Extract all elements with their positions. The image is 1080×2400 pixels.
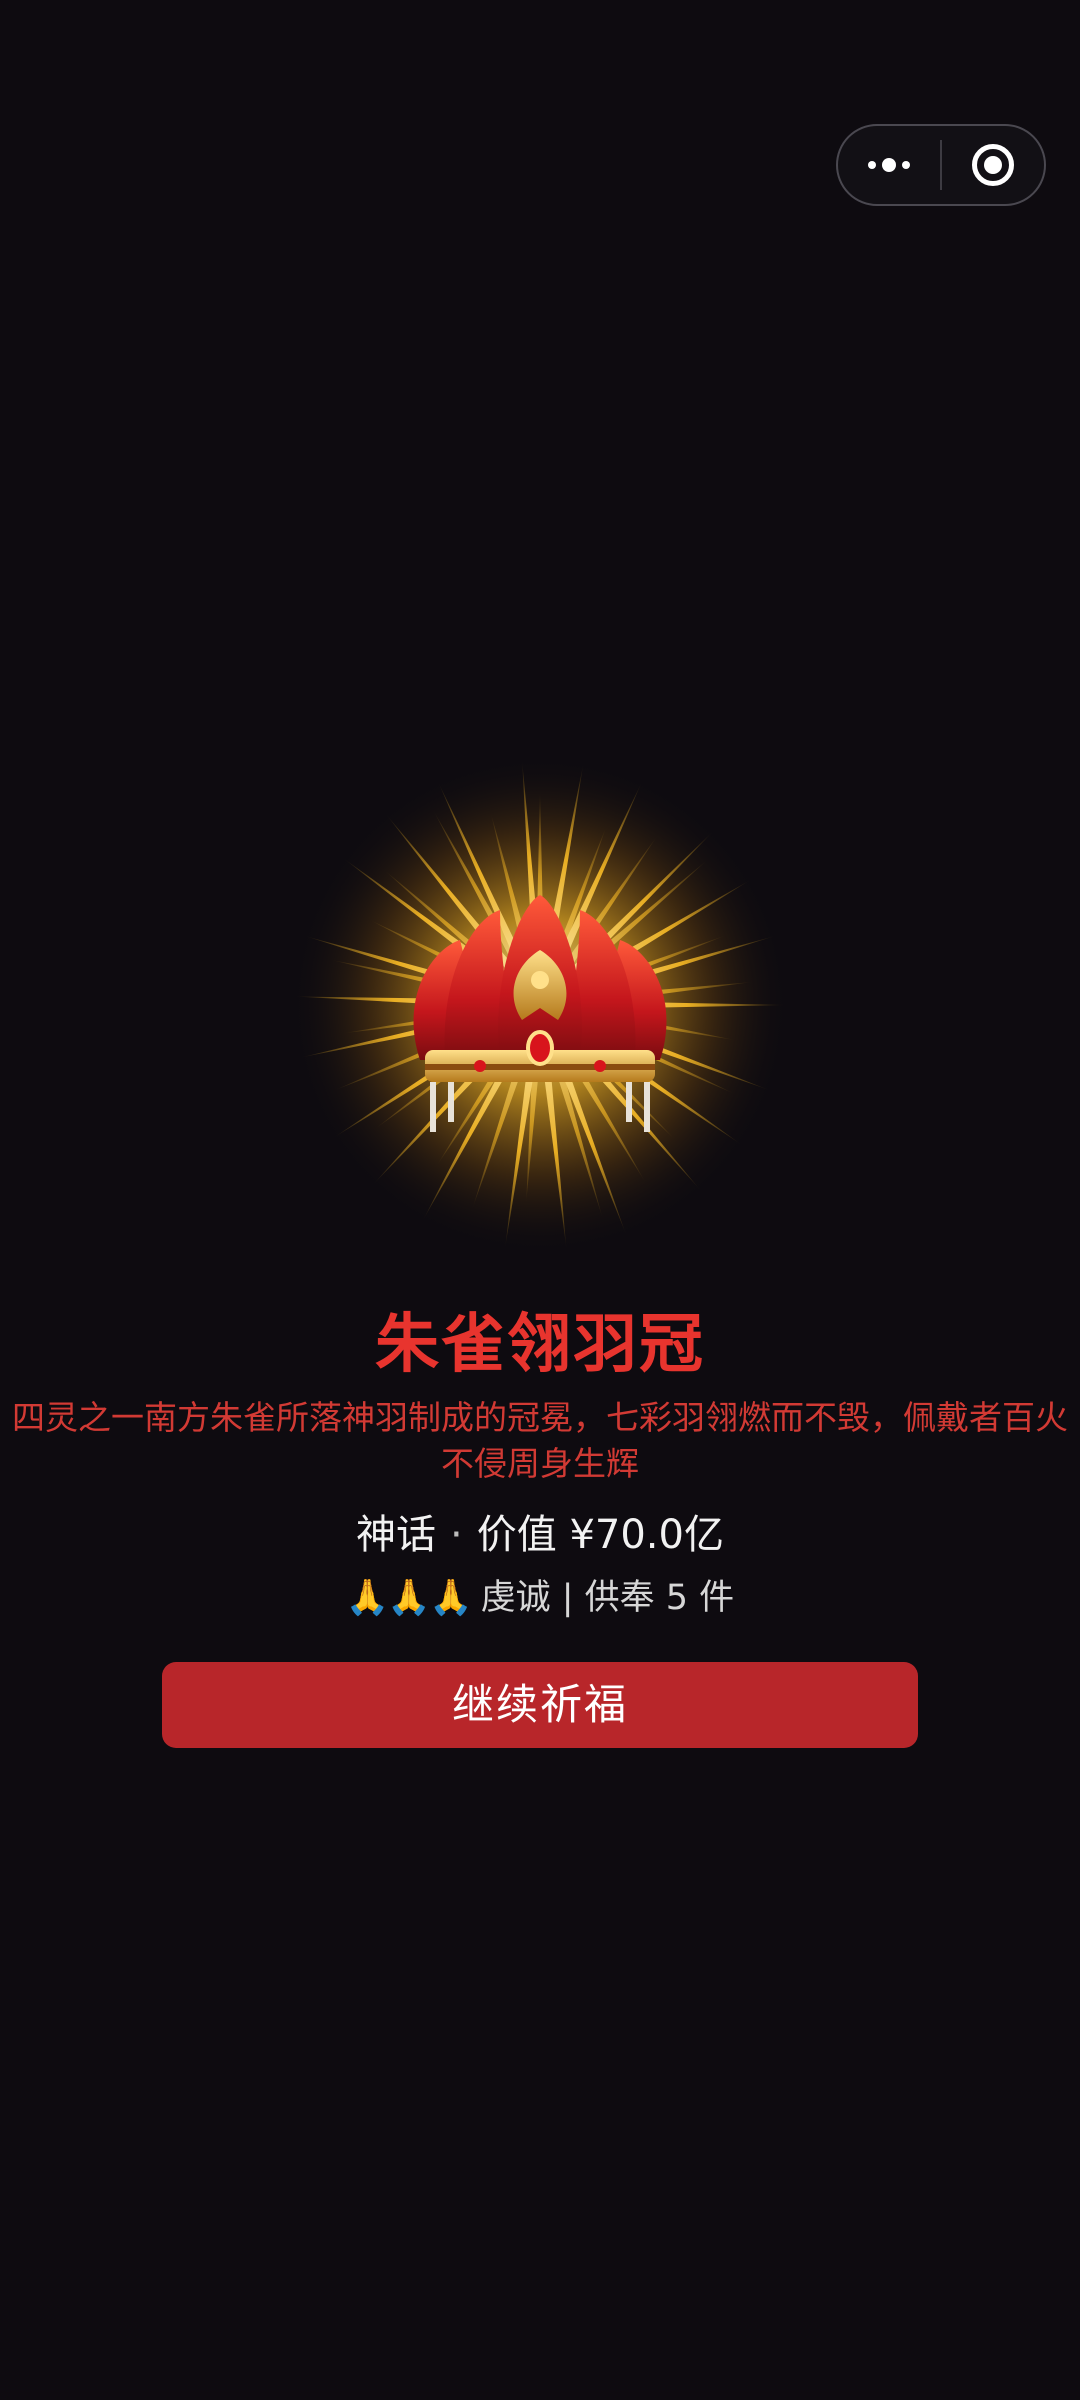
meta-separator: · (450, 1512, 463, 1558)
more-button[interactable] (838, 126, 940, 204)
devotion-text: 虔诚 | 供奉 5 件 (480, 1578, 735, 1618)
prayer-hands-icon: 🙏🙏🙏 (345, 1578, 473, 1618)
item-title: 朱雀翎羽冠 (375, 1308, 705, 1382)
continue-pray-button[interactable]: 继续祈福 (162, 1662, 918, 1748)
mini-program-capsule (836, 124, 1046, 206)
page: 朱雀翎羽冠 四灵之一南方朱雀所落神羽制成的冠冕，七彩羽翎燃而不毁，佩戴者百火不侵… (0, 0, 1080, 2400)
devotion-line: 🙏🙏🙏 虔诚 | 供奉 5 件 (0, 1570, 1080, 1626)
item-description: 四灵之一南方朱雀所落神羽制成的冠冕，七彩羽翎燃而不毁，佩戴者百火不侵周身生辉 (12, 1398, 1068, 1483)
item-meta: 神话 · 价值 ¥70.0亿 (0, 1505, 1080, 1565)
rarity-label: 神话 (356, 1512, 437, 1558)
close-button[interactable] (942, 126, 1044, 204)
value-label: 价值 ¥70.0亿 (476, 1512, 724, 1558)
phoenix-crown-icon (290, 755, 790, 1255)
target-circle-icon (972, 144, 1014, 186)
more-dots-icon (868, 158, 910, 172)
